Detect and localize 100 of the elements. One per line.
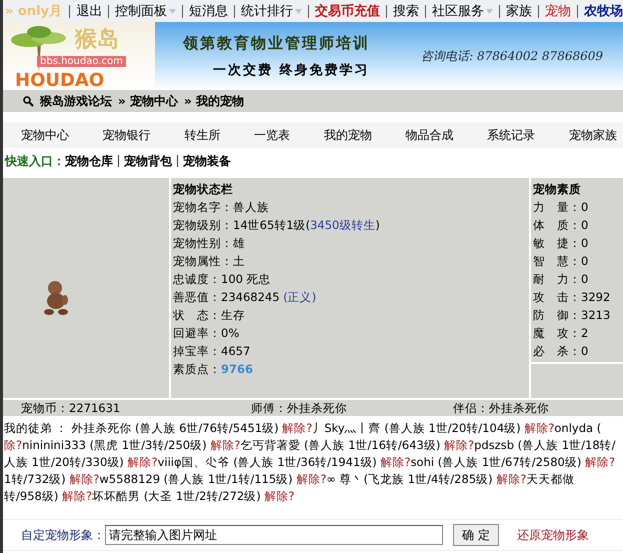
stat-value: ) <box>375 218 380 232</box>
unbind-link[interactable]: 解除? <box>444 438 474 452</box>
stat-value: 0 <box>581 200 588 214</box>
quick-entry-link[interactable]: 宠物装备 <box>183 152 231 170</box>
nav-link[interactable]: 短消息 <box>189 2 228 20</box>
panel-title: 宠物素质 <box>533 181 582 198</box>
stat-link[interactable]: (正义) <box>283 290 316 304</box>
stat-value: 土 <box>233 254 245 268</box>
custom-image-label: 自定宠物形象： <box>21 526 105 544</box>
banner-headline: 领第教育物业管理师培训 <box>183 34 370 52</box>
unbind-link[interactable]: 解除? <box>62 489 92 503</box>
disciple-text: 天天都做 <box>526 472 574 486</box>
pet-info-text: 伴侣：外挂杀死你 <box>452 400 550 416</box>
pet-menu-tab[interactable]: 宠物中心 <box>21 126 69 144</box>
pet-menu-tab[interactable]: 宠物银行 <box>102 126 151 144</box>
disciple-text: nininini333 (黑虎 1世/3转/250级) <box>22 438 208 452</box>
nav-link[interactable]: 交易币充值 <box>315 2 380 20</box>
pet-info-text: 宠物币：2271631 <box>20 400 122 416</box>
stat-value: 100 死忠 <box>221 272 271 286</box>
reset-image-link[interactable]: 还原宠物形象 <box>516 526 589 544</box>
nav-link[interactable]: 农牧场 <box>584 2 623 20</box>
stat-label: 防 御： <box>533 308 581 322</box>
ad-banner[interactable]: 领第教育物业管理师培训 一次交费 终身免费学习 咨询电话: 87864002 87868609 <box>155 22 623 90</box>
unbind-link[interactable]: 解除? <box>296 472 326 486</box>
nav-link[interactable]: 控制面板 <box>115 2 176 20</box>
disciple-text: 我的徒弟 ： 外挂杀死你 (兽人族 6世/76转/5451级) <box>4 421 280 435</box>
panel-title: 宠物状态栏 <box>173 181 234 198</box>
logo-wordmark: HOUDAO <box>15 70 104 91</box>
stat-value: 0 <box>581 236 588 250</box>
stat-value: 9766 <box>221 362 254 376</box>
stat-value: 兽人族 <box>233 200 269 214</box>
nav-link[interactable]: 社区服务 <box>432 2 494 20</box>
stat-label: 耐 力： <box>533 272 581 286</box>
stat-label: 宠物属性： <box>173 254 233 268</box>
pet-menu-tab[interactable]: 宠物家族 <box>568 126 617 144</box>
stat-value: 0 <box>581 218 588 232</box>
pet-menu-tab[interactable]: 物品合成 <box>406 126 454 144</box>
stat-label: 必 杀： <box>533 344 581 358</box>
stat-label: 体 质： <box>533 218 581 232</box>
stat-value: 0% <box>221 326 240 340</box>
stat-value: 2 <box>581 326 588 340</box>
dropdown-arrow-icon <box>295 8 302 14</box>
stat-label: 善恶值： <box>173 290 221 304</box>
stat-value: 14世65转1级( <box>233 218 310 232</box>
disciple-text: ∞ 尊丶(飞龙族 1世/4转/285级) <box>326 472 494 486</box>
unbind-link[interactable]: 解除? <box>496 472 526 486</box>
nav-link[interactable]: 搜索 <box>393 2 420 20</box>
unbind-link[interactable]: 除? <box>4 438 22 452</box>
dropdown-arrow-icon <box>486 8 494 14</box>
disciple-text: onlyda ( <box>554 421 602 435</box>
disciple-text: sohi (兽人族 1世/67转/2580级) <box>410 455 582 469</box>
confirm-button[interactable]: 确 定 <box>453 524 499 546</box>
pet-info-text: 师傅：外挂杀死你 <box>250 400 348 416</box>
breadcrumb-link[interactable]: » 我的宠物 <box>184 92 244 110</box>
stat-label: 智 慧： <box>533 254 581 268</box>
quick-entry-link[interactable]: 宠物仓库 <box>65 152 113 170</box>
stat-label: 忠诚度： <box>173 272 221 286</box>
pet-menu-tab[interactable]: 一览表 <box>254 126 290 144</box>
breadcrumb-link[interactable]: 猴岛游戏论坛 <box>40 92 112 110</box>
unbind-link[interactable]: 解除? <box>127 455 158 469</box>
stat-label: 宠物级别： <box>173 218 233 232</box>
pet-menu-tab[interactable]: 转生所 <box>184 126 220 144</box>
stat-value: 0 <box>581 272 588 286</box>
stat-link[interactable]: 3450级转生 <box>310 218 376 232</box>
stat-label: 力 量： <box>533 200 581 214</box>
image-url-input[interactable]: 请完整输入图片网址 <box>105 525 443 545</box>
banner-phone: 咨询电话: 87864002 87868609 <box>421 48 603 64</box>
unbind-link[interactable]: 解除? <box>264 489 294 503</box>
stat-label: 宠物名字： <box>173 200 233 214</box>
stat-label: 宠物性别： <box>173 236 233 250</box>
disciple-text: 乞丐背著愛 (兽人族 1世/16转/643级) <box>240 438 442 452</box>
nav-link[interactable]: 统计排行 <box>241 2 302 20</box>
disciple-text: 人族 1世/20转/330级) <box>4 455 125 469</box>
stat-value: 雄 <box>233 236 245 250</box>
unbind-link[interactable]: 解除? <box>380 455 411 469</box>
disciple-text: w5588129 (兽人族 1世/1转/115级) <box>99 472 294 486</box>
quick-entry-link[interactable]: 宠物背包 <box>124 152 172 170</box>
unbind-link[interactable]: 解除? <box>524 421 554 435</box>
disciple-text: 丿Sky灬丨齊 (兽人族 1世/20转/104级) <box>312 421 522 435</box>
stat-label: 攻 击： <box>533 290 581 304</box>
nav-link[interactable]: 宠物 <box>545 2 571 20</box>
pet-figure-icon <box>41 280 71 316</box>
pet-menu-tab[interactable]: 我的宠物 <box>324 126 372 144</box>
stat-value: 4657 <box>221 344 250 358</box>
breadcrumb-link[interactable]: » 宠物中心 <box>118 92 178 110</box>
logo-title: 猴岛 <box>75 26 119 54</box>
stat-label: 状 态： <box>173 308 221 322</box>
nav-link[interactable]: 退出 <box>76 2 102 20</box>
disciple-text: pdszsb (兽人族 1世/18转/ <box>474 438 616 452</box>
unbind-link[interactable]: 解除? <box>69 472 100 486</box>
stat-label: 敏 捷： <box>533 236 581 250</box>
unbind-link[interactable]: 解除? <box>282 421 312 435</box>
stat-label: 回避率： <box>173 326 221 340</box>
disciple-text: 转/958级) <box>4 489 60 503</box>
stat-label: 掉宝率： <box>173 344 221 358</box>
unbind-link[interactable]: 解除? <box>210 438 240 452</box>
nav-link[interactable]: 家族 <box>506 2 532 20</box>
pet-menu-tab[interactable]: 系统记录 <box>487 126 536 144</box>
unbind-link[interactable]: 解除? <box>584 455 616 469</box>
disciple-text: viiiφ国、尐爷 (兽人族 1世/36转/1941级) <box>158 455 378 469</box>
